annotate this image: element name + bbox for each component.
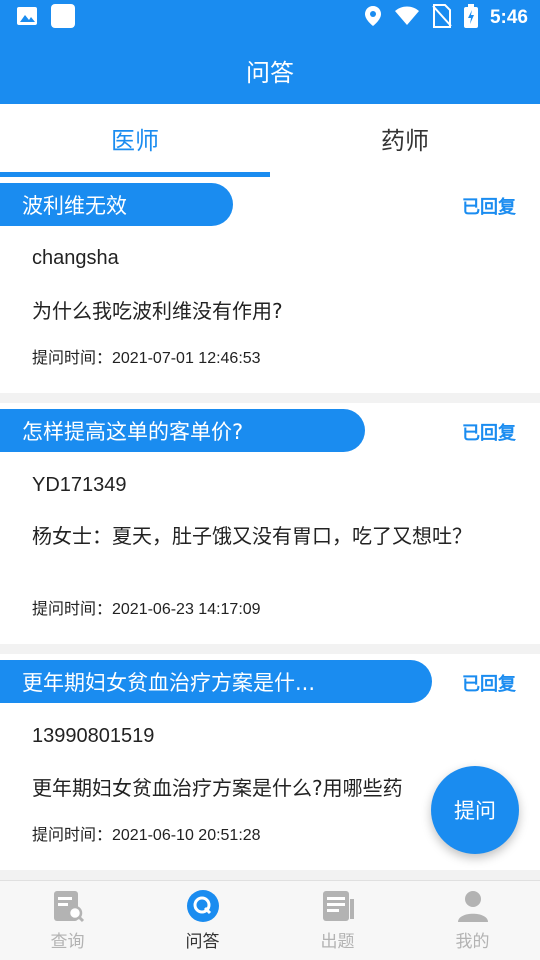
question-time: 提问时间：2021-06-23 14:17:09: [32, 601, 261, 618]
search-doc-icon: [51, 889, 85, 923]
nav-item-qa[interactable]: 问答: [135, 881, 270, 960]
app-notification-icon: [50, 3, 76, 33]
tab-physician[interactable]: 医师: [0, 104, 270, 172]
tab-label: 医师: [111, 126, 159, 155]
status-bar: 5:46: [0, 0, 540, 36]
question-card[interactable]: 怎样提高这单的客单价? 已回复 YD171349 杨女士：夏天，肚子饿又没有胃口…: [0, 403, 540, 644]
question-time: 提问时间：2021-06-10 20:51:28: [32, 827, 261, 844]
location-icon: [364, 5, 382, 31]
question-card[interactable]: 波利维无效 已回复 changsha 为什么我吃波利维没有作用? 提问时间：20…: [0, 177, 540, 393]
battery-icon: [463, 4, 478, 32]
no-sim-icon: [432, 4, 452, 32]
question-text: 杨女士：夏天，肚子饿又没有胃口，吃了又想吐？: [32, 524, 472, 548]
status-badge: 已回复: [462, 423, 516, 444]
nav-item-profile[interactable]: 我的: [405, 881, 540, 960]
nav-label: 我的: [455, 932, 490, 952]
clock: 5:46: [489, 7, 528, 28]
qa-icon: [186, 889, 220, 923]
asker-name: YD171349: [32, 474, 127, 496]
question-title: 怎样提高这单的客单价?: [0, 409, 365, 452]
question-time: 提问时间：2021-07-01 12:46:53: [32, 350, 261, 367]
nav-item-query[interactable]: 查询: [0, 881, 135, 960]
wifi-icon: [394, 6, 420, 30]
bottom-nav: 查询 问答 出题 我的: [0, 880, 540, 960]
tab-bar: 医师 药师: [0, 104, 540, 177]
question-text: 为什么我吃波利维没有作用?: [32, 299, 283, 323]
status-badge: 已回复: [462, 197, 516, 218]
app-bar: 问答: [0, 36, 540, 104]
status-badge: 已回复: [462, 674, 516, 695]
nav-label: 出题: [320, 932, 355, 952]
question-title: 更年期妇女贫血治疗方案是什...: [0, 660, 432, 703]
question-title: 波利维无效: [0, 183, 233, 226]
ask-question-label: 提问: [454, 799, 496, 823]
page-title: 问答: [246, 58, 294, 87]
tab-pharmacist[interactable]: 药师: [270, 104, 540, 172]
ask-question-button[interactable]: 提问: [431, 766, 519, 854]
exam-icon: [321, 889, 355, 923]
tab-label: 药师: [381, 126, 429, 155]
asker-name: changsha: [32, 247, 119, 269]
asker-name: 13990801519: [32, 725, 155, 747]
nav-label: 查询: [50, 932, 85, 952]
profile-icon: [456, 889, 490, 923]
nav-label: 问答: [185, 932, 220, 952]
nav-item-exam[interactable]: 出题: [270, 881, 405, 960]
gallery-notification-icon: [16, 5, 38, 31]
